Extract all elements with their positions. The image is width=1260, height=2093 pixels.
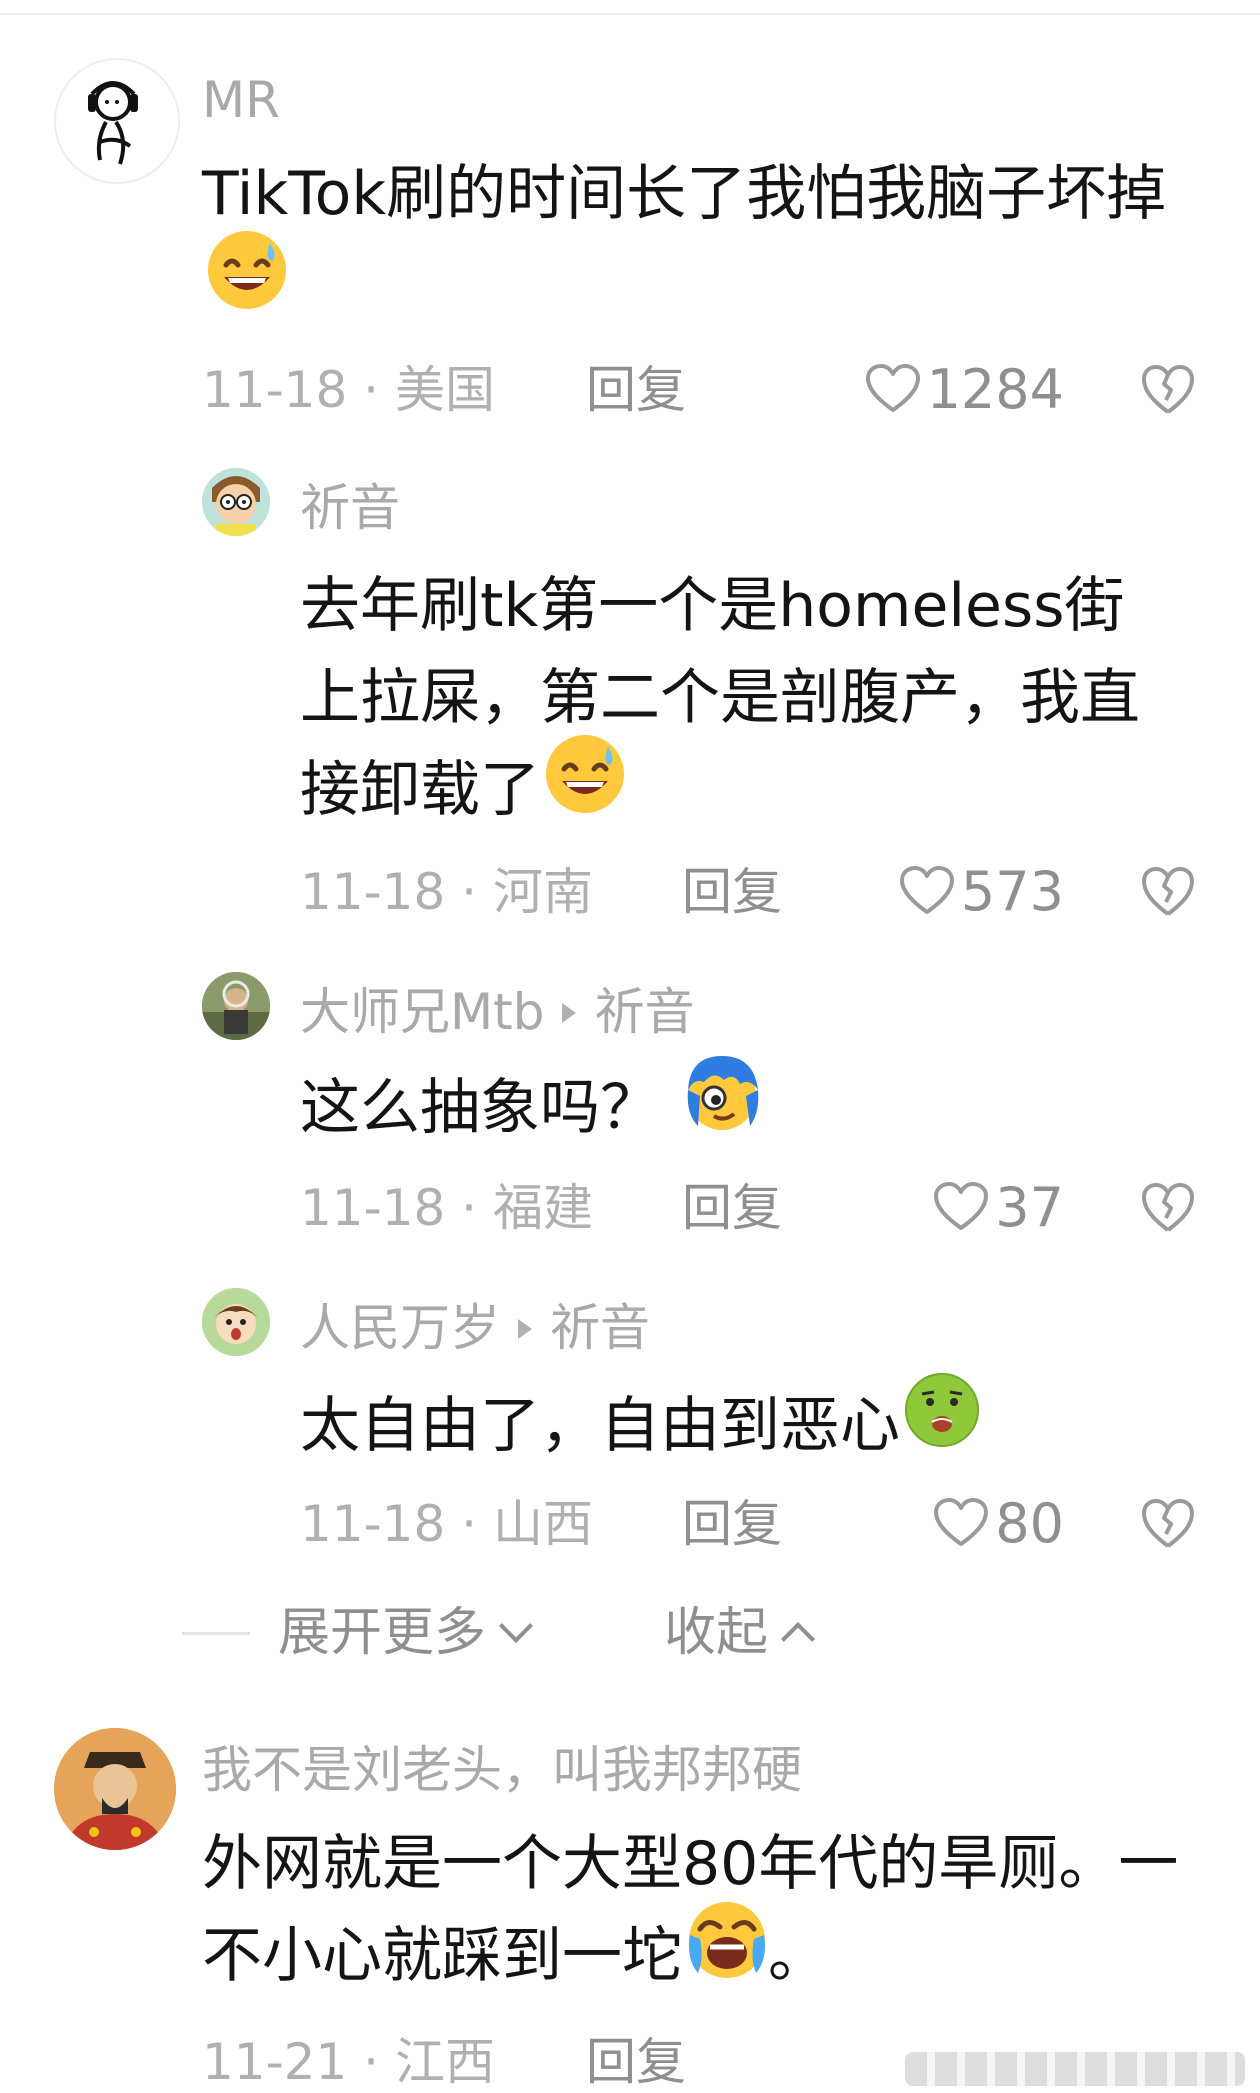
like-count: 80 xyxy=(995,1492,1064,1555)
avatar[interactable] xyxy=(54,58,180,184)
grinning-sweat-emoji xyxy=(544,733,626,841)
nauseated-face-emoji xyxy=(904,1372,980,1474)
comment-text: 外网就是一个大型80年代的旱厕。一不小心就踩到一坨 。 xyxy=(202,1818,1202,2007)
chevron-up-icon xyxy=(781,1622,815,1656)
username[interactable]: 人民万岁 祈音 xyxy=(300,1298,650,1358)
comment-date-location: 11-21 · 江西 xyxy=(202,2033,495,2091)
broken-heart-icon[interactable] xyxy=(1140,362,1196,418)
comment-text: TikTok刷的时间长了我怕我脑子坏掉 xyxy=(202,148,1202,337)
broken-heart-icon[interactable] xyxy=(1140,1180,1196,1236)
screaming-laughing-face-emoji xyxy=(686,1899,768,2007)
divider xyxy=(182,1632,250,1635)
heart-icon xyxy=(899,866,954,915)
avatar[interactable] xyxy=(202,1288,270,1356)
reply-button[interactable]: 回复 xyxy=(682,1178,782,1238)
heart-icon xyxy=(934,1182,989,1231)
comment-date-location: 11-18 · 福建 xyxy=(300,1179,593,1237)
like-button[interactable]: 573 xyxy=(899,862,1064,922)
comment-date-location: 11-18 · 美国 xyxy=(202,361,495,419)
comment-text: 太自由了，自由到恶心 xyxy=(300,1373,1180,1474)
reply-button[interactable]: 回复 xyxy=(682,1494,782,1554)
heart-icon xyxy=(934,1498,989,1547)
reply-arrow-icon xyxy=(518,1318,532,1339)
like-button[interactable]: 37 xyxy=(933,1178,1064,1238)
avatar[interactable] xyxy=(202,972,270,1040)
comment-date-location: 11-18 · 河南 xyxy=(300,863,593,921)
comment-text: 去年刷tk第一个是homeless街上拉屎，第二个是剖腹产，我直接卸载了 xyxy=(300,560,1180,841)
username[interactable]: 祈音 xyxy=(300,478,400,538)
reply-to-username: 祈音 xyxy=(594,983,695,1041)
reply-to-username: 祈音 xyxy=(550,1299,650,1357)
broken-heart-icon[interactable] xyxy=(1140,1496,1196,1552)
like-count: 37 xyxy=(995,1176,1064,1239)
comment-date-location: 11-18 · 山西 xyxy=(300,1495,593,1553)
reply-arrow-icon xyxy=(562,1002,577,1023)
avatar[interactable] xyxy=(202,468,270,536)
chevron-down-icon xyxy=(499,1609,533,1643)
collapse-button[interactable]: 收起 xyxy=(664,1600,815,1666)
username[interactable]: 我不是刘老头，叫我邦邦硬 xyxy=(202,1740,802,1800)
heart-icon xyxy=(865,364,920,413)
reply-button[interactable]: 回复 xyxy=(682,862,782,922)
username[interactable]: MR xyxy=(202,70,280,130)
watermark xyxy=(905,2052,1245,2086)
reply-button[interactable]: 回复 xyxy=(586,2032,686,2092)
like-button[interactable]: 80 xyxy=(933,1494,1064,1554)
reply-button[interactable]: 回复 xyxy=(586,360,686,420)
grinning-sweat-emoji xyxy=(206,229,288,337)
top-divider xyxy=(0,13,1260,15)
broken-heart-icon[interactable] xyxy=(1140,864,1196,920)
like-count: 573 xyxy=(960,860,1064,923)
username[interactable]: 大师兄Mtb 祈音 xyxy=(300,982,694,1042)
like-count: 1284 xyxy=(926,358,1064,421)
expand-more-button[interactable]: 展开更多 xyxy=(278,1600,533,1666)
replies-toggle-row: 展开更多 收起 xyxy=(0,1600,1260,1670)
like-button[interactable]: 1284 xyxy=(865,360,1064,420)
comment-text: 这么抽象吗？ xyxy=(300,1056,1180,1160)
blue-hair-face-emoji xyxy=(680,1050,764,1160)
avatar[interactable] xyxy=(54,1728,176,1850)
